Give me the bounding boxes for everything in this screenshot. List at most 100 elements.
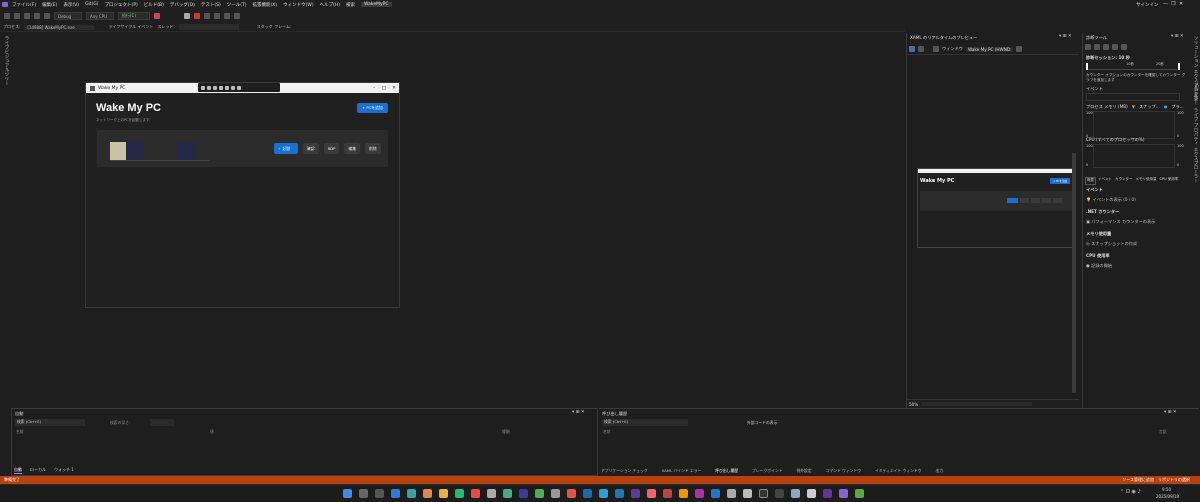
menu-item-git[interactable]: Git(G) <box>85 2 99 7</box>
add-to-source-control[interactable]: ソース管理に追加 <box>1122 477 1154 483</box>
tray-icons[interactable]: ⌃ ⊡ ◉ ♪ <box>1120 489 1141 495</box>
tab-output[interactable]: 出力 <box>936 468 944 474</box>
start-recording-link[interactable]: ● 記録の開始 <box>1086 263 1112 269</box>
start-icon[interactable] <box>343 489 352 498</box>
binding-icon[interactable] <box>225 85 229 90</box>
display-adorner-icon[interactable] <box>207 85 211 90</box>
wake-button[interactable]: ⚡ 起動 <box>274 143 298 154</box>
redo-icon[interactable] <box>44 13 50 19</box>
file-explorer-icon[interactable] <box>439 489 448 498</box>
tab-app-check[interactable]: アプリケーション チェック <box>601 468 648 474</box>
menu-item-tools[interactable]: ツール(T) <box>227 2 247 8</box>
menu-item-edit[interactable]: 編集(E) <box>42 2 57 8</box>
config-select[interactable]: Debug <box>54 12 82 20</box>
select-icon[interactable] <box>933 46 939 52</box>
hot-reload-icon[interactable] <box>154 13 160 19</box>
settings-icon[interactable] <box>1085 44 1091 50</box>
horizontal-scrollbar[interactable] <box>922 402 1033 406</box>
tab-counters[interactable]: カウンター <box>1114 177 1134 185</box>
tab-command-window[interactable]: コマンド ウィンドウ <box>826 468 861 474</box>
layout-icon[interactable] <box>219 85 223 90</box>
thread-select[interactable] <box>178 24 239 30</box>
panel-controls[interactable]: ▾ ⊞ ✕ <box>572 410 585 415</box>
tab-locals[interactable]: ローカル <box>30 467 46 474</box>
app-icon[interactable] <box>775 489 784 498</box>
app-icon[interactable] <box>583 489 592 498</box>
tab-immediate[interactable]: イミディエイト ウィンドウ <box>875 468 922 474</box>
timeline-start-handle[interactable] <box>1086 63 1088 70</box>
search-icon[interactable] <box>359 489 368 498</box>
menu-item-debug[interactable]: デバッグ(D) <box>170 2 195 8</box>
zoom-level[interactable]: 50% <box>909 402 918 407</box>
inspect-icon[interactable] <box>909 46 915 52</box>
app-icon[interactable] <box>695 489 704 498</box>
app-icon[interactable] <box>679 489 688 498</box>
window-select[interactable]: Wake My PC (HWND: <box>965 46 1014 52</box>
add-pc-button[interactable]: + PCを追加 <box>357 103 388 113</box>
menu-item-help[interactable]: ヘルプ(H) <box>320 2 340 8</box>
platform-select[interactable]: Any CPU <box>86 12 114 20</box>
live-property-explorer-tab[interactable]: ライブ プロパティ エクスプローラー <box>1192 108 1198 183</box>
adorner-icon[interactable] <box>918 46 924 52</box>
app-icon[interactable] <box>551 489 560 498</box>
tab-xaml-binding[interactable]: XAML バインド エラー <box>662 468 702 474</box>
close-button[interactable]: ✕ <box>389 86 399 91</box>
tab-autos[interactable]: 自動 <box>14 467 22 474</box>
cpu-graph[interactable] <box>1093 144 1175 168</box>
tab-exceptions[interactable]: 例外設定 <box>796 468 811 474</box>
edit-button[interactable]: 編集 <box>344 143 361 154</box>
tab-cpu-usage[interactable]: CPU 使用率 <box>1159 177 1180 185</box>
menu-item-file[interactable]: ファイル(F) <box>12 2 36 8</box>
vertical-scrollbar[interactable] <box>1072 153 1076 393</box>
select-repository[interactable]: リポジトリの選択 <box>1158 477 1190 483</box>
timeline-ruler[interactable]: 10秒 20秒 <box>1086 62 1180 70</box>
clock-date[interactable]: 2025/09/19 <box>1156 494 1179 499</box>
step-over-icon[interactable] <box>214 13 220 19</box>
track-focus-icon[interactable] <box>213 85 217 90</box>
panel-controls[interactable]: ▾ ⊞ ✕ <box>1164 410 1177 415</box>
app-icon[interactable] <box>407 489 416 498</box>
stop-icon[interactable] <box>194 13 200 19</box>
search-label[interactable]: 検索 <box>346 2 355 8</box>
tab-events[interactable]: イベント <box>1097 177 1113 185</box>
xaml-preview-canvas[interactable]: Wake My PC + PCを追加 <box>917 168 1075 248</box>
teams-icon[interactable] <box>391 489 400 498</box>
panel-controls[interactable]: ▾ ⊞ ✕ <box>1171 34 1184 39</box>
perf-counters-link[interactable]: ▣ パフォーマンス カウンターの表示 <box>1086 219 1155 225</box>
autos-search-input[interactable]: 検索 (Ctrl+E) <box>15 419 85 426</box>
select-tools-icon[interactable] <box>1094 44 1100 50</box>
save-icon[interactable] <box>24 13 30 19</box>
app-icon[interactable] <box>855 489 864 498</box>
delete-button[interactable]: 削除 <box>365 143 381 154</box>
menu-item-test[interactable]: テスト(S) <box>201 2 221 8</box>
vscode-icon[interactable] <box>711 489 720 498</box>
tab-watch1[interactable]: ウォッチ 1 <box>54 467 74 474</box>
panel-controls[interactable]: ▾ ⊞ ✕ <box>1059 34 1072 39</box>
app-icon[interactable] <box>663 489 672 498</box>
app-icon[interactable] <box>791 489 800 498</box>
timeline-end-handle[interactable] <box>1178 63 1180 70</box>
maximize-button[interactable]: □ <box>379 86 389 91</box>
process-select[interactable]: [14988] WakeMyPC.exe <box>24 24 95 30</box>
lifecycle-events[interactable]: ライフサイクル イベント <box>108 24 153 30</box>
tab-call-stack[interactable]: 呼び出し履歴 <box>715 468 738 474</box>
window-controls[interactable]: — ❐ ✕ <box>1163 1 1183 7</box>
brave-icon[interactable] <box>567 489 576 498</box>
hot-reload-icon[interactable] <box>237 85 241 90</box>
task-view-icon[interactable] <box>375 489 384 498</box>
continue-button[interactable]: 続行(C) <box>118 12 150 20</box>
menu-item-window[interactable]: ウィンドウ(W) <box>283 2 313 8</box>
show-events-link[interactable]: 💡 イベントの表示 (0 / 0) <box>1086 197 1136 203</box>
menu-item-view[interactable]: 表示(V) <box>63 2 79 8</box>
clock-time[interactable]: 9:50 <box>1162 487 1171 492</box>
scale-icon[interactable] <box>231 85 235 90</box>
call-stack-search-input[interactable]: 検索 (Ctrl+E) <box>602 419 688 426</box>
back-icon[interactable] <box>4 13 10 19</box>
check-button[interactable]: 確認 <box>303 143 319 154</box>
refresh-icon[interactable] <box>1016 46 1023 52</box>
rdp-button[interactable]: RDP <box>323 143 340 154</box>
tab-memory-usage[interactable]: メモリ使用量 <box>1135 177 1158 185</box>
zoom-in-icon[interactable] <box>1103 44 1109 50</box>
zoom-out-icon[interactable] <box>1112 44 1118 50</box>
show-external-code[interactable]: 外部コードの表示 <box>747 420 777 426</box>
